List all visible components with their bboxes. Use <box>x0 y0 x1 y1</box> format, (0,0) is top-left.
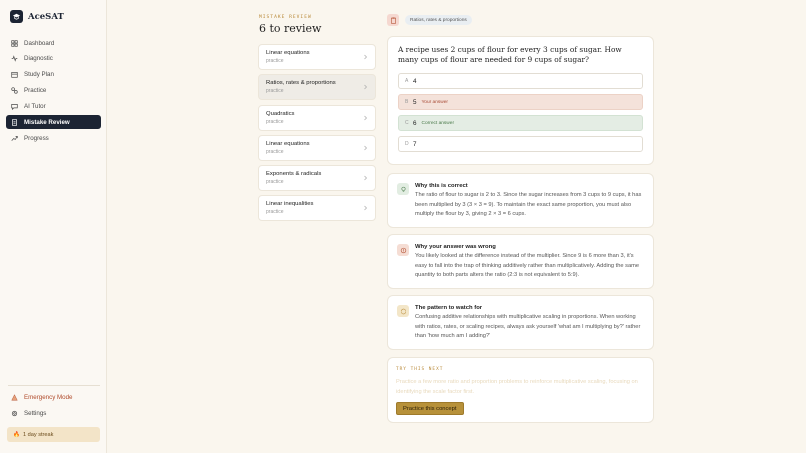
list-item[interactable]: Linear equations practice <box>258 44 376 70</box>
list-item[interactable]: Linear equations practice <box>258 134 376 161</box>
sidebar-item-settings[interactable]: Settings <box>6 406 101 420</box>
list-item-title: Linear equations <box>266 50 310 56</box>
choice-a[interactable]: A 4 <box>398 73 643 89</box>
diagnostic-icon <box>11 55 18 63</box>
choice-letter: A <box>405 78 409 84</box>
page-title: 6 to review <box>259 22 322 35</box>
sidebar-item-label: Study Plan <box>24 71 54 79</box>
why-wrong-body: You likely looked at the difference inst… <box>415 253 640 279</box>
flame-icon: 🔥 <box>13 431 20 438</box>
why-correct-title: Why this is correct <box>415 183 468 189</box>
choice-letter: B <box>405 99 409 105</box>
chat-icon <box>11 104 18 111</box>
sidebar-item-label: Emergency Mode <box>24 393 73 401</box>
sidebar-item-label: Progress <box>24 134 49 142</box>
review-eyebrow: MISTAKE REVIEW <box>259 15 312 20</box>
list-item-sub: practice <box>266 118 284 125</box>
list-item-sub: practice <box>266 58 284 64</box>
gear-icon <box>11 410 18 416</box>
lightbulb-icon <box>397 183 409 195</box>
sidebar-item-dashboard[interactable]: Dashboard <box>6 36 101 50</box>
chevron-right-icon <box>364 145 367 151</box>
alert-icon <box>11 393 18 401</box>
bottom-nav: Emergency Mode Settings <box>6 390 101 422</box>
sidebar-item-diagnostic[interactable]: Diagnostic <box>6 52 101 66</box>
list-item-title: Linear inequalities <box>266 201 314 208</box>
try-next-card: TRY THIS NEXT Practice a few more ratio … <box>387 357 654 423</box>
practice-icon <box>11 87 18 94</box>
sidebar-item-ai-tutor[interactable]: AI Tutor <box>6 100 101 114</box>
warning-circle-icon <box>397 244 409 256</box>
sidebar-item-progress[interactable]: Progress <box>6 131 101 145</box>
list-item-sub: practice <box>266 209 284 216</box>
main-nav: Dashboard Diagnostic Study Plan Practice… <box>6 36 101 147</box>
repeat-icon <box>397 305 409 317</box>
list-item-title: Ratios, rates & proportions <box>266 80 336 87</box>
sidebar-item-practice[interactable]: Practice <box>6 84 101 98</box>
logo-icon <box>10 10 23 23</box>
sidebar-item-study-plan[interactable]: Study Plan <box>6 68 101 82</box>
sidebar: AceSAT Dashboard Diagnostic Study Plan P… <box>0 0 107 453</box>
chevron-right-icon <box>364 206 367 211</box>
list-item-title: Linear equations <box>266 140 310 147</box>
list-item-title: Exponents & radicals <box>266 171 322 178</box>
sidebar-item-mistake-review[interactable]: Mistake Review <box>6 115 101 130</box>
choice-c[interactable]: C 6 Correct answer <box>398 115 643 131</box>
question-card: A recipe uses 2 cups of flour for every … <box>387 36 654 165</box>
list-item-sub: practice <box>266 88 284 95</box>
why-wrong-card: Why your answer was wrong You likely loo… <box>387 234 654 289</box>
try-next-eyebrow: TRY THIS NEXT <box>396 367 444 372</box>
your-answer-label: Your answer <box>421 99 449 105</box>
chevron-right-icon <box>364 115 367 120</box>
pattern-title: The pattern to watch for <box>415 305 483 311</box>
question-text: A recipe uses 2 cups of flour for every … <box>398 45 622 64</box>
review-icon <box>12 119 17 126</box>
pattern-card: The pattern to watch for Confusing addit… <box>387 295 654 350</box>
list-item-title: Quadratics <box>266 110 295 117</box>
chevron-right-icon <box>364 85 367 90</box>
clipboard-icon <box>387 14 399 26</box>
answer-choices: A 4 B 5 Your answer C 6 Correct answer D… <box>398 73 643 152</box>
choice-letter: D <box>405 141 409 147</box>
mistake-list: Linear equations practice Ratios, rates … <box>258 44 376 226</box>
sidebar-item-emergency-mode[interactable]: Emergency Mode <box>6 390 101 404</box>
sidebar-divider <box>8 385 100 386</box>
streak-label: 1 day streak <box>22 431 54 438</box>
choice-value: 5 <box>413 98 417 106</box>
choice-value: 6 <box>413 119 417 127</box>
sidebar-item-label: Practice <box>24 87 47 95</box>
list-item[interactable]: Exponents & radicals practice <box>258 165 376 192</box>
list-item[interactable]: Quadratics practice <box>258 104 376 131</box>
sidebar-item-label: AI Tutor <box>24 103 46 111</box>
chevron-right-icon <box>364 54 367 60</box>
try-next-body: Practice a few more ratio and proportion… <box>396 379 638 394</box>
why-correct-body: The ratio of flour to sugar is 2 to 3. S… <box>415 192 642 218</box>
sidebar-item-label: Dashboard <box>24 39 55 47</box>
pattern-body: Confusing additive relationships with mu… <box>415 314 641 340</box>
choice-value: 7 <box>413 140 417 148</box>
list-item-sub: practice <box>266 148 284 155</box>
correct-answer-label: Correct answer <box>421 120 455 126</box>
why-correct-card: Why this is correct The ratio of flour t… <box>387 173 654 228</box>
list-item[interactable]: Ratios, rates & proportions practice <box>258 74 376 101</box>
choice-value: 4 <box>413 77 417 85</box>
dashboard-icon <box>11 39 18 47</box>
sidebar-item-label: Mistake Review <box>24 118 70 126</box>
choice-d[interactable]: D 7 <box>398 136 643 152</box>
list-item[interactable]: Linear inequalities practice <box>258 195 376 222</box>
topic-badge: Ratios, rates & proportions <box>405 15 472 25</box>
list-item-sub: practice <box>266 179 284 186</box>
sidebar-item-label: Settings <box>24 409 47 417</box>
calendar-icon <box>11 72 18 78</box>
brand-name: AceSAT <box>28 11 64 22</box>
chevron-right-icon <box>364 175 367 181</box>
brand[interactable]: AceSAT <box>10 10 64 23</box>
why-wrong-title: Why your answer was wrong <box>415 244 496 250</box>
sidebar-item-label: Diagnostic <box>24 55 53 63</box>
trend-icon <box>11 135 18 141</box>
practice-concept-button[interactable]: Practice this concept <box>396 402 464 415</box>
streak-badge: 🔥 1 day streak <box>7 427 100 442</box>
choice-b[interactable]: B 5 Your answer <box>398 94 643 110</box>
choice-letter: C <box>405 120 409 126</box>
